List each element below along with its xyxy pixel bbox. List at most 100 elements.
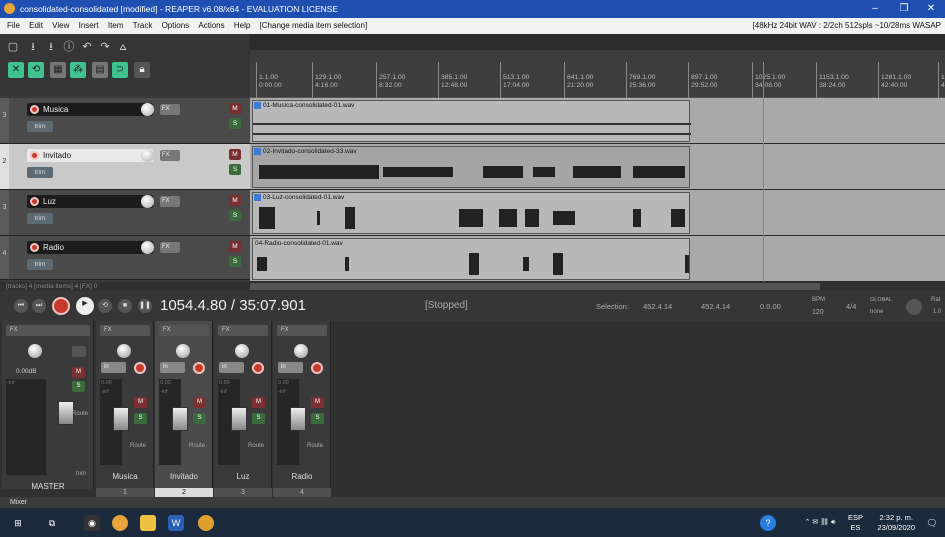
- solo-button[interactable]: S: [229, 210, 241, 221]
- taskbar-clock[interactable]: 2:32 p. m. 23/09/2020: [877, 513, 915, 533]
- ripple-edit-icon[interactable]: ⟲: [28, 62, 44, 78]
- solo-button[interactable]: S: [134, 413, 147, 424]
- track-lane[interactable]: 02-Invitado-consolidated-33.wav: [250, 144, 945, 190]
- word-icon[interactable]: W: [168, 515, 184, 531]
- menu-file[interactable]: File: [7, 21, 20, 30]
- mute-button[interactable]: M: [229, 103, 241, 114]
- track-name[interactable]: Invitado: [27, 149, 153, 162]
- metronome-icon[interactable]: ⩟: [116, 40, 130, 54]
- trim-button[interactable]: trim: [27, 213, 53, 224]
- selection-start[interactable]: 452.4.14: [643, 302, 672, 311]
- pause-button[interactable]: ❚❚: [138, 299, 152, 313]
- rate-knob[interactable]: [906, 299, 922, 315]
- mute-button[interactable]: M: [134, 397, 147, 408]
- media-item[interactable]: 01-Musica-consolidated-01.wav: [252, 100, 691, 142]
- route-button[interactable]: Route: [130, 443, 146, 449]
- track-name[interactable]: Radio: [27, 241, 153, 254]
- mute-button[interactable]: M: [229, 149, 241, 160]
- master-trim-button[interactable]: trim: [76, 471, 86, 477]
- record-arm-button[interactable]: [30, 151, 39, 160]
- timeline-ruler[interactable]: 1.1.00 0:00.00 129.1.00 4:16.00 257.1.00 8:…: [250, 62, 945, 98]
- minimize-button[interactable]: –: [864, 0, 886, 18]
- solo-button[interactable]: S: [311, 413, 324, 424]
- menu-view[interactable]: View: [52, 21, 69, 30]
- route-button[interactable]: Route: [189, 443, 205, 449]
- master-mute-button[interactable]: M: [72, 367, 85, 378]
- save-project-icon[interactable]: ⭳: [44, 40, 58, 54]
- mixer-tab[interactable]: Mixer: [0, 497, 945, 508]
- fx-slot[interactable]: FX: [218, 325, 268, 336]
- notifications-icon[interactable]: 🗨︎: [924, 515, 940, 531]
- pan-knob[interactable]: [235, 344, 249, 358]
- mute-button[interactable]: M: [311, 397, 324, 408]
- trim-button[interactable]: trim: [27, 121, 53, 132]
- volume-knob[interactable]: [141, 195, 154, 208]
- input-button[interactable]: in: [101, 362, 126, 373]
- pan-knob[interactable]: [294, 344, 308, 358]
- input-button[interactable]: in: [278, 362, 303, 373]
- record-arm-button[interactable]: [193, 362, 205, 374]
- master-solo-button[interactable]: S: [72, 381, 85, 392]
- repeat-button[interactable]: ⟲: [98, 299, 112, 313]
- master-volume-knob[interactable]: [28, 344, 42, 358]
- lock-icon[interactable]: 🔒︎: [134, 62, 150, 78]
- selection-length[interactable]: 0.0.00: [760, 302, 781, 311]
- menu-options[interactable]: Options: [162, 21, 190, 30]
- volume-fader[interactable]: [231, 407, 247, 431]
- arrange-view[interactable]: 01-Musica-consolidated-01.wav 02-Invitad…: [250, 98, 945, 282]
- fx-slot[interactable]: FX: [100, 325, 150, 336]
- route-button[interactable]: Route: [248, 443, 264, 449]
- track-name[interactable]: Musica: [27, 103, 153, 116]
- loop-points-icon[interactable]: ⊃: [112, 62, 128, 78]
- redo-icon[interactable]: ↷: [98, 40, 112, 54]
- fx-slot[interactable]: FX: [277, 325, 327, 336]
- volume-fader[interactable]: [290, 407, 306, 431]
- master-route-button[interactable]: Route: [72, 411, 88, 417]
- menu-item[interactable]: Item: [108, 21, 124, 30]
- project-settings-icon[interactable]: ⓘ: [62, 40, 76, 54]
- bpm-value[interactable]: 120: [812, 309, 824, 316]
- mute-button[interactable]: M: [252, 397, 265, 408]
- solo-button[interactable]: S: [252, 413, 265, 424]
- volume-fader[interactable]: [113, 407, 129, 431]
- record-arm-button[interactable]: [252, 362, 264, 374]
- play-button[interactable]: ▶: [76, 297, 94, 315]
- maximize-button[interactable]: ❐: [893, 0, 915, 18]
- solo-button[interactable]: S: [229, 256, 241, 267]
- go-to-end-button[interactable]: ⏭: [32, 299, 46, 313]
- horizontal-scrollbar[interactable]: [250, 283, 820, 290]
- automation-mode[interactable]: none: [870, 309, 883, 315]
- mute-button[interactable]: M: [193, 397, 206, 408]
- fx-button[interactable]: FX: [160, 242, 180, 253]
- file-explorer-icon[interactable]: [140, 515, 156, 531]
- task-view-icon[interactable]: ⧉: [44, 515, 60, 531]
- menu-edit[interactable]: Edit: [29, 21, 43, 30]
- menu-actions[interactable]: Actions: [198, 21, 224, 30]
- media-item[interactable]: 03-Luz-consolidated-01.wav: [252, 192, 690, 234]
- windows-start-icon[interactable]: ⊞: [10, 515, 26, 531]
- fx-slot[interactable]: FX: [159, 325, 209, 336]
- pan-knob[interactable]: [117, 344, 131, 358]
- solo-button[interactable]: S: [193, 413, 206, 424]
- rate-value[interactable]: 1.0: [933, 309, 941, 315]
- new-project-icon[interactable]: ▢: [6, 40, 20, 54]
- track-header[interactable]: 4 Radio FX trim M S: [0, 236, 250, 280]
- strip-number[interactable]: 1: [96, 488, 154, 497]
- volume-fader[interactable]: [172, 407, 188, 431]
- strip-number[interactable]: 2: [155, 488, 213, 497]
- solo-button[interactable]: S: [229, 164, 241, 175]
- volume-knob[interactable]: [141, 103, 154, 116]
- fx-slot[interactable]: FX: [6, 325, 90, 336]
- stop-button[interactable]: ■: [118, 299, 132, 313]
- obs-icon[interactable]: ◉: [84, 515, 100, 531]
- menu-track[interactable]: Track: [133, 21, 153, 30]
- reaper-taskbar-icon[interactable]: [112, 515, 128, 531]
- master-mono-icon[interactable]: [72, 346, 86, 357]
- audio-device-info[interactable]: [48kHz 24bit WAV : 2/2ch 512spls ~10/28m…: [753, 18, 941, 34]
- help-icon[interactable]: ?: [760, 515, 776, 531]
- record-arm-button[interactable]: [30, 243, 39, 252]
- input-button[interactable]: in: [219, 362, 244, 373]
- chrome-icon[interactable]: [198, 515, 214, 531]
- snap-icon[interactable]: ▦: [50, 62, 66, 78]
- region-lane[interactable]: [250, 50, 945, 62]
